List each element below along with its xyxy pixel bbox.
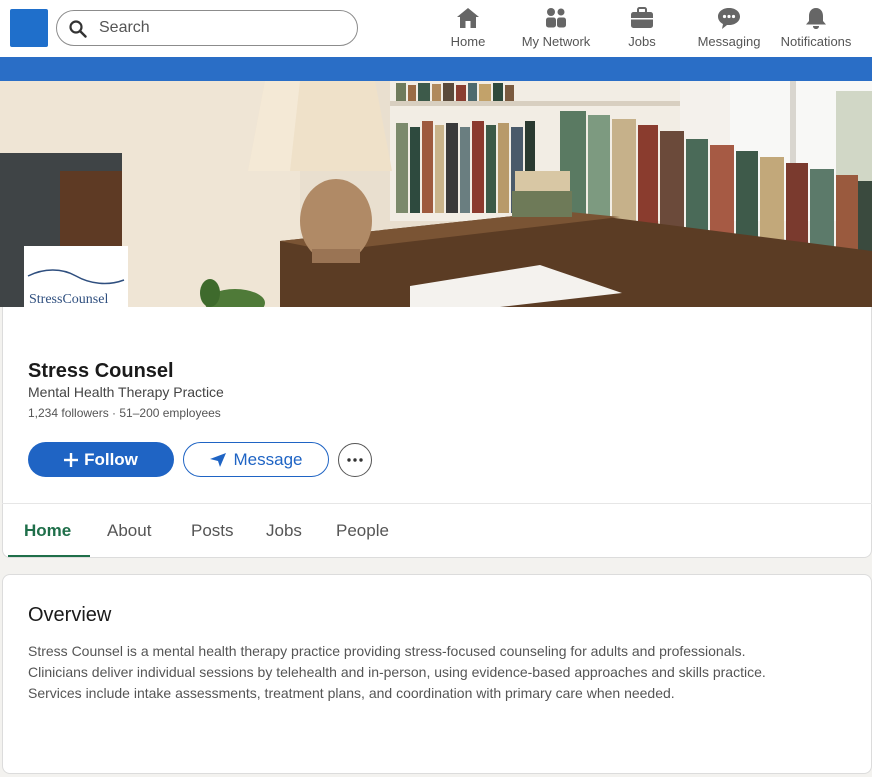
message-button-label: Message [233,449,303,469]
overview-line: Stress Counsel is a mental health therap… [28,643,746,659]
network-icon [546,8,566,28]
nav-item-home[interactable]: Home [446,6,490,52]
cover-banner-image [0,81,872,307]
nav-item-jobs[interactable]: Jobs [620,6,664,52]
bell-icon [806,8,826,29]
nav-label-jobs: Jobs [628,34,656,49]
tab-posts[interactable]: Posts [191,521,234,541]
nav-item-notifications[interactable]: Notifications [776,6,856,52]
cover-illustration [0,81,872,307]
tab-home[interactable]: Home [24,521,71,541]
more-options-button[interactable] [338,443,372,477]
company-logo[interactable]: StressCounsel [24,246,128,308]
tab-jobs[interactable]: Jobs [266,521,302,541]
send-icon [209,452,226,467]
plus-icon [64,452,79,467]
accent-stripe [0,57,872,81]
search-box[interactable] [56,10,358,46]
follow-button[interactable]: Follow [28,442,174,477]
overview-description: Stress Counsel is a mental health therap… [28,641,848,704]
overview-line: Services include intake assessments, tre… [28,685,675,701]
chat-icon [718,8,740,29]
overview-line: Clinicians deliver individual sessions b… [28,664,766,680]
company-tagline: Mental Health Therapy Practice [28,384,224,400]
company-follower-count: 1,234 followers · 51–200 employees [28,406,221,420]
nav-label-home: Home [450,34,486,49]
home-icon [457,8,479,28]
nav-label-my-network: My Network [521,34,591,49]
tab-people[interactable]: People [336,521,389,541]
overview-title: Overview [28,604,112,626]
top-nav-bar: Home My Network Jobs Messaging [0,0,872,57]
search-icon [69,20,87,38]
app-logo[interactable] [10,9,48,47]
follow-button-label: Follow [84,449,138,469]
nav-label-messaging: Messaging [697,34,761,49]
nav-item-my-network[interactable]: My Network [516,6,596,52]
tab-about[interactable]: About [107,521,151,541]
nav-item-messaging[interactable]: Messaging [693,6,765,52]
tabs-divider [2,503,872,504]
ellipsis-icon [347,458,363,462]
company-name: Stress Counsel [28,360,174,382]
search-input[interactable] [99,17,339,39]
message-button[interactable]: Message [183,442,329,477]
active-tab-indicator [8,555,90,557]
nav-label-notifications: Notifications [780,34,852,49]
company-logo-text: StressCounsel [29,292,109,307]
briefcase-icon [631,7,653,28]
